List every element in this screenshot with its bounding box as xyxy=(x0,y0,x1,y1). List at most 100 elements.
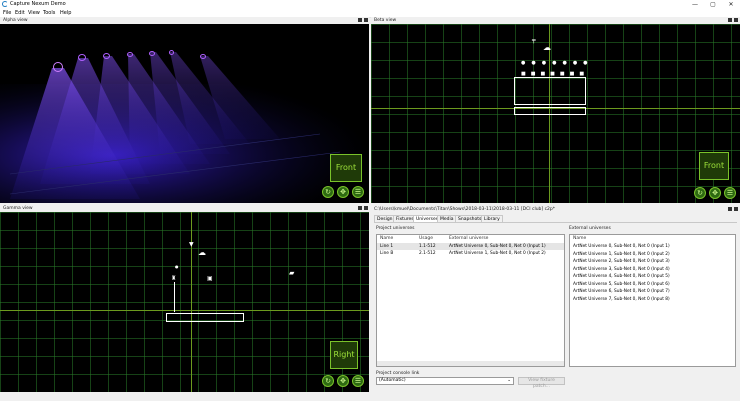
smoke-machine-icon: ☁ xyxy=(543,43,551,52)
stage-front xyxy=(514,107,586,115)
rotate-view-icon[interactable]: ↻ xyxy=(694,187,706,199)
camera-icon: ▰ xyxy=(289,269,295,277)
tab-snapshots[interactable]: Snapshots xyxy=(455,215,485,222)
alpha-3d-viewport[interactable]: Front ↻ ✥ ☰ xyxy=(0,24,369,203)
tab-divider xyxy=(374,222,737,223)
app-logo-icon xyxy=(2,1,8,7)
col-header-usage[interactable]: Usage xyxy=(419,236,433,241)
table-row[interactable]: Line B 2.1-512 ArtNet Universe 1, Sub-Ne… xyxy=(377,250,564,257)
fixture-beam-4[interactable] xyxy=(127,52,133,57)
table-row[interactable]: Line 1 1.1-512 ArtNet Universe 0, Sub-Ne… xyxy=(377,243,564,250)
beta-3d-viewport[interactable]: ╤ ☁ ●●●●●●● ■■■■■■■ Front ↻ ✥ ☰ xyxy=(371,24,740,203)
truss-fixture-icon: ▼ xyxy=(189,241,194,248)
rotate-view-icon[interactable]: ↻ xyxy=(322,186,334,198)
list-item-label: ArtNet Universe 6, Sub-Net 0, Net 0 (Inp… xyxy=(573,289,670,294)
menu-edit[interactable]: Edit xyxy=(15,9,25,17)
fixture-beam-6[interactable] xyxy=(169,50,174,55)
maximize-button[interactable]: ▢ xyxy=(704,0,722,9)
list-item[interactable]: ArtNet Universe 3, Sub-Net 0, Net 0 (Inp… xyxy=(570,266,735,273)
float-icon[interactable] xyxy=(364,18,368,22)
window-title: Capture Nexum Demo xyxy=(10,1,66,7)
alpha-view-header: Alpha view xyxy=(0,17,369,24)
camera-front-button[interactable]: Front xyxy=(699,152,729,180)
list-item[interactable]: ArtNet Universe 2, Sub-Net 0, Net 0 (Inp… xyxy=(570,258,735,265)
list-item-label: ArtNet Universe 0, Sub-Net 0, Net 0 (Inp… xyxy=(573,244,670,249)
pin-icon[interactable] xyxy=(358,206,362,210)
gamma-3d-viewport[interactable]: ▼ ☁ ● ♜ ▣ ▰ Right ↻ ✥ ☰ xyxy=(0,212,369,392)
tab-library[interactable]: Library xyxy=(481,215,503,222)
menu-view-icon[interactable]: ☰ xyxy=(352,375,364,387)
move-view-icon[interactable]: ✥ xyxy=(709,187,721,199)
stage-outline xyxy=(514,77,586,105)
menu-view-icon[interactable]: ☰ xyxy=(352,186,364,198)
fixture-beam-3[interactable] xyxy=(103,53,110,59)
list-item[interactable]: ArtNet Universe 7, Sub-Net 0, Net 0 (Inp… xyxy=(570,296,735,303)
pin-icon[interactable] xyxy=(728,207,732,211)
menu-view[interactable]: View xyxy=(28,9,40,17)
truss-fixture-icon: ╤ xyxy=(532,37,536,44)
float-icon[interactable] xyxy=(364,206,368,210)
menu-file[interactable]: File xyxy=(3,9,11,17)
beta-view-header: Beta view xyxy=(371,17,740,24)
list-item[interactable]: ArtNet Universe 6, Sub-Net 0, Net 0 (Inp… xyxy=(570,288,735,295)
menu-help[interactable]: Help xyxy=(60,9,71,17)
list-item[interactable]: ArtNet Universe 0, Sub-Net 0, Net 0 (Inp… xyxy=(570,243,735,250)
col-header-name[interactable]: Name xyxy=(573,236,586,241)
close-button[interactable]: ✕ xyxy=(722,0,740,9)
list-item-label: ArtNet Universe 7, Sub-Net 0, Net 0 (Inp… xyxy=(573,296,670,302)
menu-tools[interactable]: Tools xyxy=(43,9,55,17)
grid-axis-horizontal xyxy=(0,310,369,311)
fixture-beam-1[interactable] xyxy=(53,62,63,72)
chevron-down-icon: ⌄ xyxy=(507,378,511,383)
list-item[interactable]: ArtNet Universe 1, Sub-Net 0, Net 0 (Inp… xyxy=(570,251,735,258)
project-path-header: C:\Users\kmuel\Documents\Titan\Shows\201… xyxy=(371,206,740,213)
cell-usage: 1.1-512 xyxy=(419,244,436,249)
list-item[interactable]: ArtNet Universe 5, Sub-Net 0, Net 0 (Inp… xyxy=(570,281,735,288)
fixture-beam-5[interactable] xyxy=(149,51,155,56)
view-fixture-patch-button[interactable]: View fixture patch... xyxy=(518,377,565,389)
external-universes-title: External universes xyxy=(569,226,611,231)
external-universes-list[interactable]: Name ArtNet Universe 0, Sub-Net 0, Net 0… xyxy=(569,234,736,367)
view-cube-front[interactable]: Front xyxy=(330,154,362,182)
project-universes-table[interactable]: Name Usage External universe Line 1 1.1-… xyxy=(376,234,565,367)
fixture-beam-7[interactable] xyxy=(200,54,206,59)
cell-external: ArtNet Universe 1, Sub-Net 0, Net 0 (Inp… xyxy=(449,251,546,256)
alpha-view-title: Alpha view xyxy=(3,18,28,23)
move-view-icon[interactable]: ✥ xyxy=(337,186,349,198)
cell-external: ArtNet Universe 0, Sub-Net 0, Net 0 (Inp… xyxy=(449,244,546,249)
float-icon[interactable] xyxy=(734,207,738,211)
list-item-label: ArtNet Universe 1, Sub-Net 0, Net 0 (Inp… xyxy=(573,251,670,257)
truss-line xyxy=(174,282,175,312)
cell-usage: 2.1-512 xyxy=(419,251,436,256)
project-universes-title: Project universes xyxy=(376,226,415,231)
grid-axis-vertical xyxy=(191,212,192,392)
tab-media[interactable]: Media xyxy=(437,215,457,222)
camera-right-button[interactable]: Right xyxy=(330,341,358,369)
console-link-value: (Automatic) xyxy=(379,378,406,383)
list-item[interactable]: ArtNet Universe 4, Sub-Net 0, Net 0 (Inp… xyxy=(570,273,735,280)
fixture-icon: ▣ xyxy=(207,275,213,282)
minimize-button[interactable]: — xyxy=(686,0,704,9)
cell-name: Line B xyxy=(380,251,394,256)
horizontal-scrollbar[interactable] xyxy=(377,361,564,366)
col-header-name[interactable]: Name xyxy=(380,236,393,241)
project-path: C:\Users\kmuel\Documents\Titan\Shows\201… xyxy=(374,207,556,212)
rotate-view-icon[interactable]: ↻ xyxy=(322,375,334,387)
console-link-label: Project console link xyxy=(376,371,420,376)
beta-view-title: Beta view xyxy=(374,18,397,23)
float-icon[interactable] xyxy=(734,18,738,22)
move-view-icon[interactable]: ✥ xyxy=(337,375,349,387)
fixture-beam-2[interactable] xyxy=(78,54,86,61)
list-item-label: ArtNet Universe 3, Sub-Net 0, Net 0 (Inp… xyxy=(573,266,670,272)
pin-icon[interactable] xyxy=(728,18,732,22)
col-header-external[interactable]: External universe xyxy=(449,236,488,241)
menu-view-icon[interactable]: ☰ xyxy=(724,187,736,199)
list-item-label: ArtNet Universe 4, Sub-Net 0, Net 0 (Inp… xyxy=(573,274,670,279)
stage-outline xyxy=(166,313,244,322)
gamma-view-title: Gamma view xyxy=(3,206,33,211)
cell-name: Line 1 xyxy=(380,244,394,249)
universes-panel: C:\Users\kmuel\Documents\Titan\Shows\201… xyxy=(371,206,740,395)
pin-icon[interactable] xyxy=(358,18,362,22)
light-point-icon: ● xyxy=(175,264,179,269)
console-link-select[interactable]: (Automatic) ⌄ xyxy=(376,377,514,385)
